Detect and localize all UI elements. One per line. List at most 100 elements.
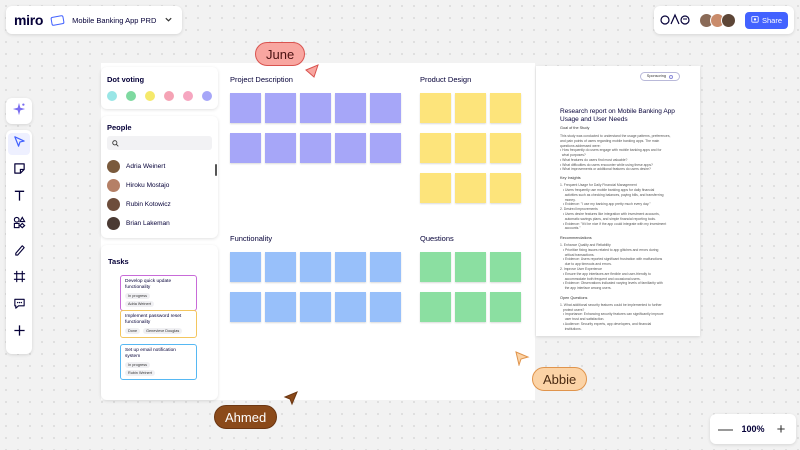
- vote-dot[interactable]: [183, 91, 193, 101]
- task-status[interactable]: In progress: [125, 293, 150, 300]
- sticky-note[interactable]: [490, 93, 521, 123]
- task-card[interactable]: Develop quick update functionality In pro…: [120, 275, 197, 312]
- task-assignee-row: Adria Weinert: [125, 301, 192, 308]
- sticky-note[interactable]: [420, 252, 451, 282]
- sticky-note[interactable]: [490, 173, 521, 203]
- people-list-item[interactable]: Hiroku Mostajo: [107, 176, 212, 195]
- frame-title: Questions: [420, 234, 454, 243]
- task-card[interactable]: Set up email notification system In progr…: [120, 344, 197, 381]
- insights-section: 1. Frequent Usage for Daily Financial Ma…: [560, 183, 690, 231]
- sticky-note[interactable]: [300, 133, 331, 163]
- pen-tool[interactable]: [8, 241, 30, 263]
- task-meta: Done Genevieve Douglas: [125, 328, 192, 335]
- sticky-note[interactable]: [420, 173, 451, 203]
- sticky-note[interactable]: [420, 133, 451, 163]
- comment-tool[interactable]: [8, 295, 30, 317]
- sticky-note[interactable]: [420, 292, 451, 322]
- sticky-note[interactable]: [370, 133, 401, 163]
- recommendations-heading: Recommendations: [560, 236, 592, 241]
- people-list-item[interactable]: Adria Weinert: [107, 157, 212, 176]
- sticky-note[interactable]: [265, 93, 296, 123]
- document-line: institutions.: [560, 326, 582, 331]
- vote-dot[interactable]: [145, 91, 155, 101]
- vote-dot[interactable]: [107, 91, 117, 101]
- text-tool[interactable]: [8, 187, 30, 209]
- chevron-down-icon[interactable]: [164, 15, 173, 26]
- sticky-note[interactable]: [335, 93, 366, 123]
- sticky-note[interactable]: [335, 133, 366, 163]
- task-assignee[interactable]: Adria Weinert: [125, 301, 154, 308]
- sticky-note[interactable]: [265, 133, 296, 163]
- sticky-note[interactable]: [370, 292, 401, 322]
- task-assignee[interactable]: Genevieve Douglas: [143, 328, 183, 335]
- vote-dot[interactable]: [126, 91, 136, 101]
- sticky-note[interactable]: [490, 252, 521, 282]
- scrollbar[interactable]: [215, 164, 217, 176]
- people-title: People: [107, 123, 132, 132]
- people-list-item[interactable]: Brian Lakeman: [107, 214, 212, 233]
- ai-assist-button[interactable]: [6, 98, 32, 124]
- recommendations-section: 1. Enhance Quality and Reliability • Pri…: [560, 243, 690, 291]
- sticky-note[interactable]: [230, 292, 261, 322]
- plus-icon: [13, 324, 26, 342]
- zoom-level[interactable]: 100%: [741, 424, 764, 434]
- zoom-out-button[interactable]: —: [718, 421, 733, 438]
- sticky-note[interactable]: [455, 93, 486, 123]
- sticky-note[interactable]: [490, 133, 521, 163]
- document-body: Goal of the Study This study was conduct…: [560, 126, 690, 332]
- sticky-note[interactable]: [265, 252, 296, 282]
- text-icon: [13, 189, 26, 207]
- goal-heading: Goal of the Study: [560, 126, 590, 130]
- sticky-note[interactable]: [335, 252, 366, 282]
- person-name: Rubin Kotowicz: [126, 201, 171, 208]
- frame-tool[interactable]: [8, 268, 30, 290]
- sticky-note[interactable]: [230, 252, 261, 282]
- board-title[interactable]: Mobile Banking App PRD: [72, 16, 156, 25]
- share-icon: [751, 15, 759, 25]
- shapes-icon: [13, 216, 26, 234]
- vote-dot[interactable]: [164, 91, 174, 101]
- add-more-tool[interactable]: [8, 322, 30, 344]
- research-document[interactable]: Sponsoring Research report on Mobile Ban…: [536, 66, 700, 336]
- sticky-note[interactable]: [230, 133, 261, 163]
- document-tag[interactable]: Sponsoring: [639, 72, 680, 82]
- sticky-note[interactable]: [370, 252, 401, 282]
- sticky-note[interactable]: [230, 93, 261, 123]
- task-status[interactable]: Done: [125, 328, 141, 335]
- dot-voting-widget[interactable]: Dot voting: [101, 67, 218, 109]
- cursor-icon: [13, 135, 26, 153]
- shapes-tool[interactable]: [8, 214, 30, 236]
- vote-dot[interactable]: [202, 91, 212, 101]
- people-widget: People Adria Weinert Hiroku Mostajo Rubin …: [101, 116, 218, 238]
- sticky-note[interactable]: [490, 292, 521, 322]
- sticky-note[interactable]: [300, 93, 331, 123]
- search-icon: [112, 134, 119, 152]
- sticky-note[interactable]: [300, 252, 331, 282]
- reactions-icon[interactable]: [660, 12, 691, 29]
- avatar: [107, 160, 120, 173]
- sticky-note[interactable]: [370, 93, 401, 123]
- task-assignee[interactable]: Rubin Weinert: [125, 370, 155, 377]
- task-status[interactable]: In progress: [125, 362, 150, 369]
- zoom-controls: — 100% +: [710, 414, 796, 444]
- sticky-note[interactable]: [265, 292, 296, 322]
- sticky-note[interactable]: [455, 292, 486, 322]
- share-button[interactable]: Share: [744, 11, 788, 29]
- sticky-note[interactable]: [300, 292, 331, 322]
- collaborator-avatars[interactable]: [698, 12, 736, 28]
- sticky-note[interactable]: [335, 292, 366, 322]
- task-card[interactable]: Implement password reset functionality Do…: [120, 310, 197, 339]
- sticky-note[interactable]: [420, 93, 451, 123]
- avatar[interactable]: [720, 12, 736, 28]
- document-tag-label: Sponsoring: [646, 74, 666, 78]
- people-search-input[interactable]: [107, 136, 212, 150]
- zoom-in-button[interactable]: +: [774, 421, 788, 438]
- miro-logo[interactable]: miro: [14, 12, 43, 28]
- people-list-item[interactable]: Rubin Kotowicz: [107, 195, 212, 214]
- sticky-note[interactable]: [455, 173, 486, 203]
- sticky-note-tool[interactable]: [8, 160, 30, 182]
- sticky-note[interactable]: [455, 133, 486, 163]
- select-tool[interactable]: [8, 133, 30, 155]
- sticky-note[interactable]: [455, 252, 486, 282]
- frame-title: Project Description: [230, 75, 293, 84]
